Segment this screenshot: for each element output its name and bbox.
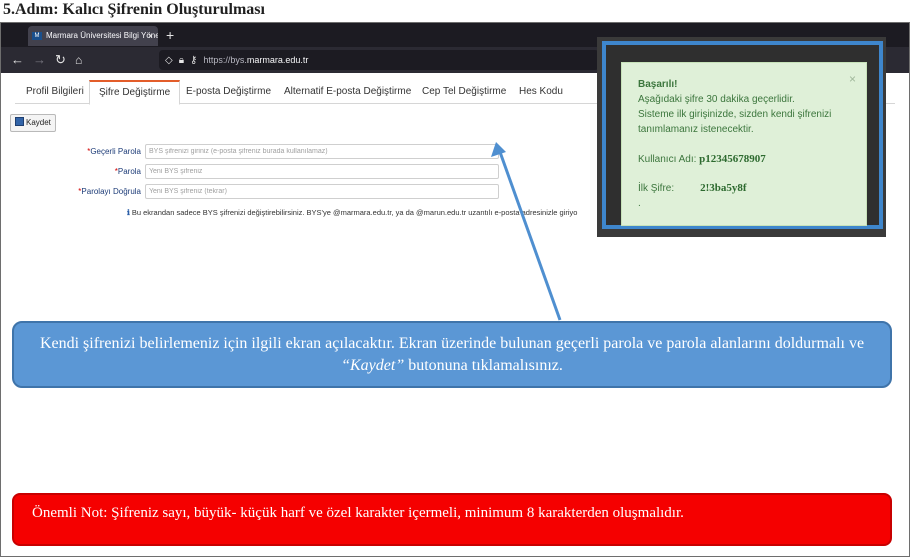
- username-row: Kullanıcı Adı: p12345678907: [638, 152, 856, 167]
- permissions-key-icon: ⚷: [190, 55, 198, 66]
- callout-text-before: Kendi şifrenizi belirlemeniz için ilgili…: [39, 335, 865, 352]
- tab-email-change[interactable]: E-posta Değiştirme: [177, 80, 280, 104]
- close-icon[interactable]: ×: [849, 72, 856, 87]
- floppy-disk-icon: [15, 117, 24, 127]
- browser-tab[interactable]: M Marmara Üniversitesi Bilgi Yöne ×: [28, 26, 158, 46]
- url-host: marmara.edu.tr: [246, 55, 309, 65]
- popup-screenshot: × Başarılı! Aşağıdaki şifre 30 dakika ge…: [597, 37, 886, 237]
- callout-emphasis: “Kaydet”: [341, 357, 405, 374]
- info-icon: ℹ: [127, 208, 130, 217]
- initial-password-label: İlk Şifre:: [638, 183, 675, 194]
- site-favicon-icon: M: [32, 31, 42, 40]
- alert-trailing: .: [638, 198, 641, 209]
- back-arrow-icon[interactable]: ←: [11, 51, 24, 69]
- instruction-callout: Kendi şifrenizi belirlemeniz için ilgili…: [12, 321, 892, 388]
- alert-line-1: Aşağıdaki şifre 30 dakika geçerlidir.: [638, 94, 795, 105]
- tab-alt-email-change[interactable]: Alternatif E-posta Değiştirme: [275, 80, 420, 104]
- shield-icon: ◇: [165, 55, 173, 66]
- important-note-text: Önemli Not: Şifreniz sayı, büyük- küçük …: [32, 505, 684, 521]
- home-icon[interactable]: ⌂: [75, 51, 82, 69]
- callout-text-after: butonuna tıklamalısınız.: [404, 357, 563, 374]
- reload-icon[interactable]: ↻: [55, 51, 66, 69]
- alert-title: Başarılı!: [638, 79, 678, 90]
- browser-tab-title: Marmara Üniversitesi Bilgi Yöne: [46, 31, 158, 40]
- save-button-label: Kaydet: [26, 118, 51, 127]
- forward-arrow-icon[interactable]: →: [33, 51, 46, 69]
- tab-phone-change[interactable]: Cep Tel Değiştirme: [413, 80, 515, 104]
- info-note: ℹ Bu ekrandan sadece BYS şifrenizi değişt…: [127, 208, 578, 217]
- popup-highlight-frame: × Başarılı! Aşağıdaki şifre 30 dakika ge…: [602, 41, 883, 229]
- username-value: p12345678907: [699, 153, 766, 165]
- success-alert: × Başarılı! Aşağıdaki şifre 30 dakika ge…: [621, 62, 867, 226]
- lock-icon: 🔒︎: [178, 55, 185, 66]
- confirm-password-label: *Parolayı Doğrula: [78, 187, 141, 196]
- important-note: Önemli Not: Şifreniz sayı, büyük- küçük …: [12, 493, 892, 546]
- address-bar[interactable]: ◇ 🔒︎ ⚷ https://bys.marmara.edu.tr: [159, 50, 599, 70]
- username-label: Kullanıcı Adı:: [638, 154, 697, 165]
- alert-line-2: Sisteme ilk girişinizde, sizden kendi şi…: [638, 109, 832, 120]
- current-password-label: *Geçerli Parola: [87, 147, 141, 156]
- new-password-field[interactable]: [145, 164, 499, 179]
- initial-password-row: İlk Şifre: 2!3ba5y8f: [638, 181, 856, 196]
- tab-password-change[interactable]: Şifre Değiştirme: [89, 80, 181, 105]
- tab-close-icon[interactable]: ×: [148, 26, 153, 46]
- url-prefix: https://bys.: [203, 55, 247, 65]
- save-button[interactable]: Kaydet: [10, 114, 56, 132]
- alert-line-3: tanımlamanız istenecektir.: [638, 124, 754, 135]
- new-tab-button[interactable]: +: [166, 26, 174, 44]
- initial-password-value: 2!3ba5y8f: [700, 182, 747, 194]
- page-heading: 5.Adım: Kalıcı Şifrenin Oluşturulması: [3, 1, 265, 18]
- confirm-password-field[interactable]: [145, 184, 499, 199]
- current-password-field[interactable]: [145, 144, 499, 159]
- tab-profile-info[interactable]: Profil Bilgileri: [17, 80, 93, 104]
- new-password-label: *Parola: [114, 167, 141, 176]
- tab-hes-code[interactable]: Hes Kodu: [510, 80, 572, 104]
